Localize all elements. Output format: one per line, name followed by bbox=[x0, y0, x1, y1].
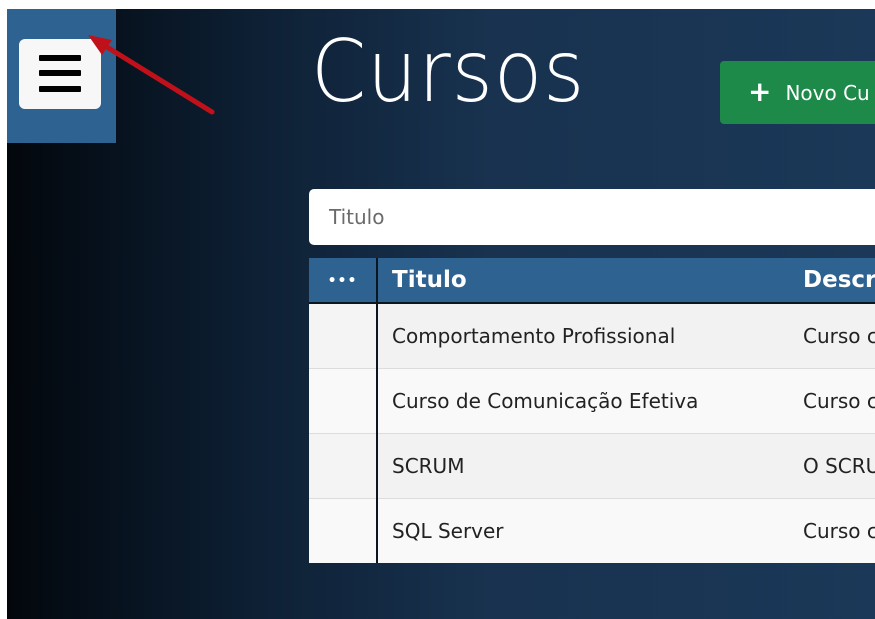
annotation-arrow-icon bbox=[88, 35, 215, 115]
